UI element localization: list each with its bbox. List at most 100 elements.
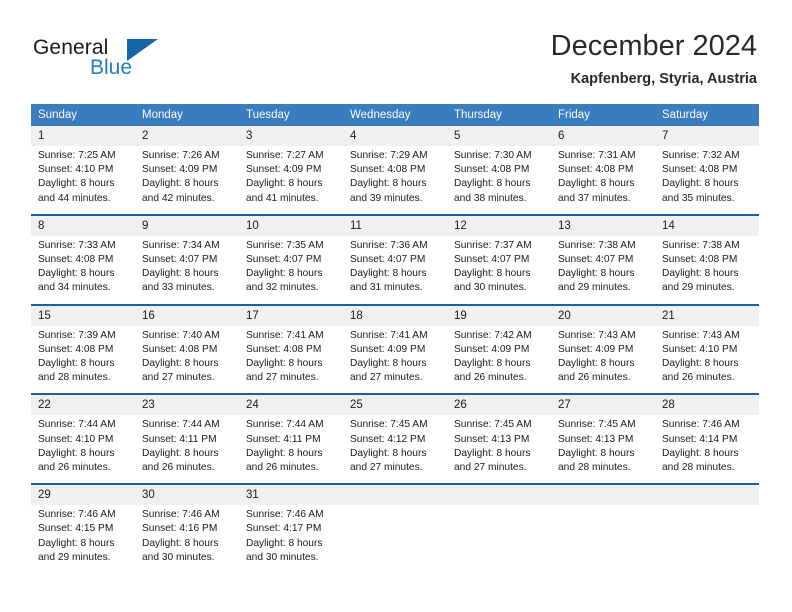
day-detail-sunrise: Sunrise: 7:43 AM xyxy=(662,329,740,341)
day-number[interactable]: 16 xyxy=(135,303,239,326)
day-detail-sunset: Sunset: 4:08 PM xyxy=(246,343,322,355)
day-number[interactable]: 18 xyxy=(343,303,447,326)
day-detail-cell[interactable]: Sunrise: 7:44 AM Sunset: 4:11 PM Daylight:… xyxy=(239,415,343,485)
day-detail-daylight2: and 26 minutes. xyxy=(454,372,527,384)
day-detail-cell[interactable]: Sunrise: 7:38 AM Sunset: 4:08 PM Daylight:… xyxy=(655,235,759,305)
day-number[interactable]: 27 xyxy=(551,393,655,416)
day-detail-sunrise: Sunrise: 7:41 AM xyxy=(246,329,324,341)
day-detail-daylight1: Daylight: 8 hours xyxy=(142,358,219,370)
day-detail-sunset: Sunset: 4:07 PM xyxy=(142,254,218,266)
general-blue-logo[interactable]: General Blue xyxy=(33,36,213,86)
day-number[interactable]: 31 xyxy=(239,483,343,506)
day-number[interactable]: 17 xyxy=(239,303,343,326)
day-detail-sunrise: Sunrise: 7:37 AM xyxy=(454,239,532,251)
day-detail-cell[interactable]: Sunrise: 7:39 AM Sunset: 4:08 PM Daylight:… xyxy=(31,325,135,395)
empty-day-number xyxy=(447,483,551,506)
day-number[interactable]: 7 xyxy=(655,126,759,146)
day-number[interactable]: 4 xyxy=(343,126,447,146)
day-detail-cell[interactable]: Sunrise: 7:46 AM Sunset: 4:15 PM Daylight:… xyxy=(31,505,135,574)
day-number[interactable]: 26 xyxy=(447,393,551,416)
day-detail-daylight1: Daylight: 8 hours xyxy=(38,447,115,459)
day-detail-cell[interactable]: Sunrise: 7:31 AM Sunset: 4:08 PM Daylight:… xyxy=(551,146,655,215)
day-detail-daylight1: Daylight: 8 hours xyxy=(246,358,323,370)
day-detail-cell[interactable]: Sunrise: 7:27 AM Sunset: 4:09 PM Daylight:… xyxy=(239,146,343,215)
day-number[interactable]: 13 xyxy=(551,213,655,236)
day-detail-sunset: Sunset: 4:13 PM xyxy=(558,433,634,445)
day-detail-cell[interactable]: Sunrise: 7:41 AM Sunset: 4:09 PM Daylight:… xyxy=(343,325,447,395)
week-detail-row: Sunrise: 7:33 AM Sunset: 4:08 PM Daylight:… xyxy=(31,235,759,305)
day-number[interactable]: 1 xyxy=(31,126,135,146)
day-number[interactable]: 24 xyxy=(239,393,343,416)
day-detail-cell[interactable]: Sunrise: 7:35 AM Sunset: 4:07 PM Daylight:… xyxy=(239,235,343,305)
title-block: December 2024 Kapfenberg, Styria, Austri… xyxy=(551,28,757,88)
day-number[interactable]: 25 xyxy=(343,393,447,416)
day-detail-cell[interactable]: Sunrise: 7:46 AM Sunset: 4:17 PM Daylight:… xyxy=(239,505,343,574)
empty-cell xyxy=(655,505,759,574)
day-detail-cell[interactable]: Sunrise: 7:45 AM Sunset: 4:13 PM Daylight:… xyxy=(447,415,551,485)
day-detail-sunset: Sunset: 4:07 PM xyxy=(454,254,530,266)
day-detail-daylight1: Daylight: 8 hours xyxy=(38,178,115,190)
day-detail-sunset: Sunset: 4:08 PM xyxy=(662,164,738,176)
day-detail-sunrise: Sunrise: 7:45 AM xyxy=(350,419,428,431)
page-header: General Blue December 2024 Kapfenberg, S… xyxy=(0,0,792,96)
day-detail-sunset: Sunset: 4:14 PM xyxy=(662,433,738,445)
day-detail-cell[interactable]: Sunrise: 7:43 AM Sunset: 4:09 PM Daylight:… xyxy=(551,325,655,395)
day-number[interactable]: 23 xyxy=(135,393,239,416)
day-detail-sunset: Sunset: 4:11 PM xyxy=(142,433,217,445)
day-number[interactable]: 10 xyxy=(239,213,343,236)
day-detail-cell[interactable]: Sunrise: 7:30 AM Sunset: 4:08 PM Daylight:… xyxy=(447,146,551,215)
day-number[interactable]: 6 xyxy=(551,126,655,146)
week-detail-row: Sunrise: 7:39 AM Sunset: 4:08 PM Daylight:… xyxy=(31,325,759,395)
week-detail-row: Sunrise: 7:25 AM Sunset: 4:10 PM Daylight:… xyxy=(31,146,759,215)
day-detail-cell[interactable]: Sunrise: 7:32 AM Sunset: 4:08 PM Daylight:… xyxy=(655,146,759,215)
day-detail-cell[interactable]: Sunrise: 7:40 AM Sunset: 4:08 PM Daylight:… xyxy=(135,325,239,395)
day-number[interactable]: 21 xyxy=(655,303,759,326)
day-detail-daylight2: and 31 minutes. xyxy=(350,282,423,294)
day-detail-cell[interactable]: Sunrise: 7:44 AM Sunset: 4:11 PM Daylight:… xyxy=(135,415,239,485)
day-detail-cell[interactable]: Sunrise: 7:37 AM Sunset: 4:07 PM Daylight:… xyxy=(447,235,551,305)
day-detail-cell[interactable]: Sunrise: 7:45 AM Sunset: 4:12 PM Daylight:… xyxy=(343,415,447,485)
day-detail-sunrise: Sunrise: 7:26 AM xyxy=(142,150,220,161)
day-detail-cell[interactable]: Sunrise: 7:42 AM Sunset: 4:09 PM Daylight:… xyxy=(447,325,551,395)
day-detail-daylight1: Daylight: 8 hours xyxy=(38,358,115,370)
day-detail-daylight2: and 27 minutes. xyxy=(246,372,319,384)
day-number[interactable]: 3 xyxy=(239,126,343,146)
day-number[interactable]: 22 xyxy=(31,393,135,416)
day-detail-cell[interactable]: Sunrise: 7:43 AM Sunset: 4:10 PM Daylight:… xyxy=(655,325,759,395)
logo-text-blue: Blue xyxy=(90,56,133,79)
day-detail-cell[interactable]: Sunrise: 7:36 AM Sunset: 4:07 PM Daylight:… xyxy=(343,235,447,305)
day-detail-cell[interactable]: Sunrise: 7:25 AM Sunset: 4:10 PM Daylight:… xyxy=(31,146,135,215)
day-number[interactable]: 12 xyxy=(447,213,551,236)
day-detail-cell[interactable]: Sunrise: 7:38 AM Sunset: 4:07 PM Daylight:… xyxy=(551,235,655,305)
day-number[interactable]: 19 xyxy=(447,303,551,326)
day-detail-cell[interactable]: Sunrise: 7:29 AM Sunset: 4:08 PM Daylight:… xyxy=(343,146,447,215)
day-number[interactable]: 2 xyxy=(135,126,239,146)
day-number[interactable]: 9 xyxy=(135,213,239,236)
day-number[interactable]: 8 xyxy=(31,213,135,236)
day-detail-sunset: Sunset: 4:08 PM xyxy=(454,164,530,176)
day-number[interactable]: 30 xyxy=(135,483,239,506)
day-number[interactable]: 28 xyxy=(655,393,759,416)
calendar-header-row: Sunday Monday Tuesday Wednesday Thursday… xyxy=(31,104,759,126)
day-detail-sunrise: Sunrise: 7:46 AM xyxy=(38,509,116,521)
day-detail-sunset: Sunset: 4:08 PM xyxy=(38,254,114,266)
day-number[interactable]: 15 xyxy=(31,303,135,326)
day-detail-sunset: Sunset: 4:08 PM xyxy=(142,343,218,355)
day-detail-cell[interactable]: Sunrise: 7:46 AM Sunset: 4:14 PM Daylight:… xyxy=(655,415,759,485)
day-detail-cell[interactable]: Sunrise: 7:33 AM Sunset: 4:08 PM Daylight:… xyxy=(31,235,135,305)
day-detail-cell[interactable]: Sunrise: 7:26 AM Sunset: 4:09 PM Daylight:… xyxy=(135,146,239,215)
day-number[interactable]: 20 xyxy=(551,303,655,326)
empty-cell xyxy=(551,505,655,574)
day-detail-daylight2: and 42 minutes. xyxy=(142,192,215,204)
day-detail-daylight2: and 27 minutes. xyxy=(350,462,423,474)
day-number[interactable]: 14 xyxy=(655,213,759,236)
day-number[interactable]: 29 xyxy=(31,483,135,506)
day-number[interactable]: 11 xyxy=(343,213,447,236)
day-detail-cell[interactable]: Sunrise: 7:45 AM Sunset: 4:13 PM Daylight:… xyxy=(551,415,655,485)
day-detail-cell[interactable]: Sunrise: 7:44 AM Sunset: 4:10 PM Daylight:… xyxy=(31,415,135,485)
day-detail-daylight2: and 39 minutes. xyxy=(350,192,423,204)
day-detail-cell[interactable]: Sunrise: 7:46 AM Sunset: 4:16 PM Daylight:… xyxy=(135,505,239,574)
day-detail-cell[interactable]: Sunrise: 7:34 AM Sunset: 4:07 PM Daylight:… xyxy=(135,235,239,305)
day-detail-cell[interactable]: Sunrise: 7:41 AM Sunset: 4:08 PM Daylight:… xyxy=(239,325,343,395)
day-number[interactable]: 5 xyxy=(447,126,551,146)
